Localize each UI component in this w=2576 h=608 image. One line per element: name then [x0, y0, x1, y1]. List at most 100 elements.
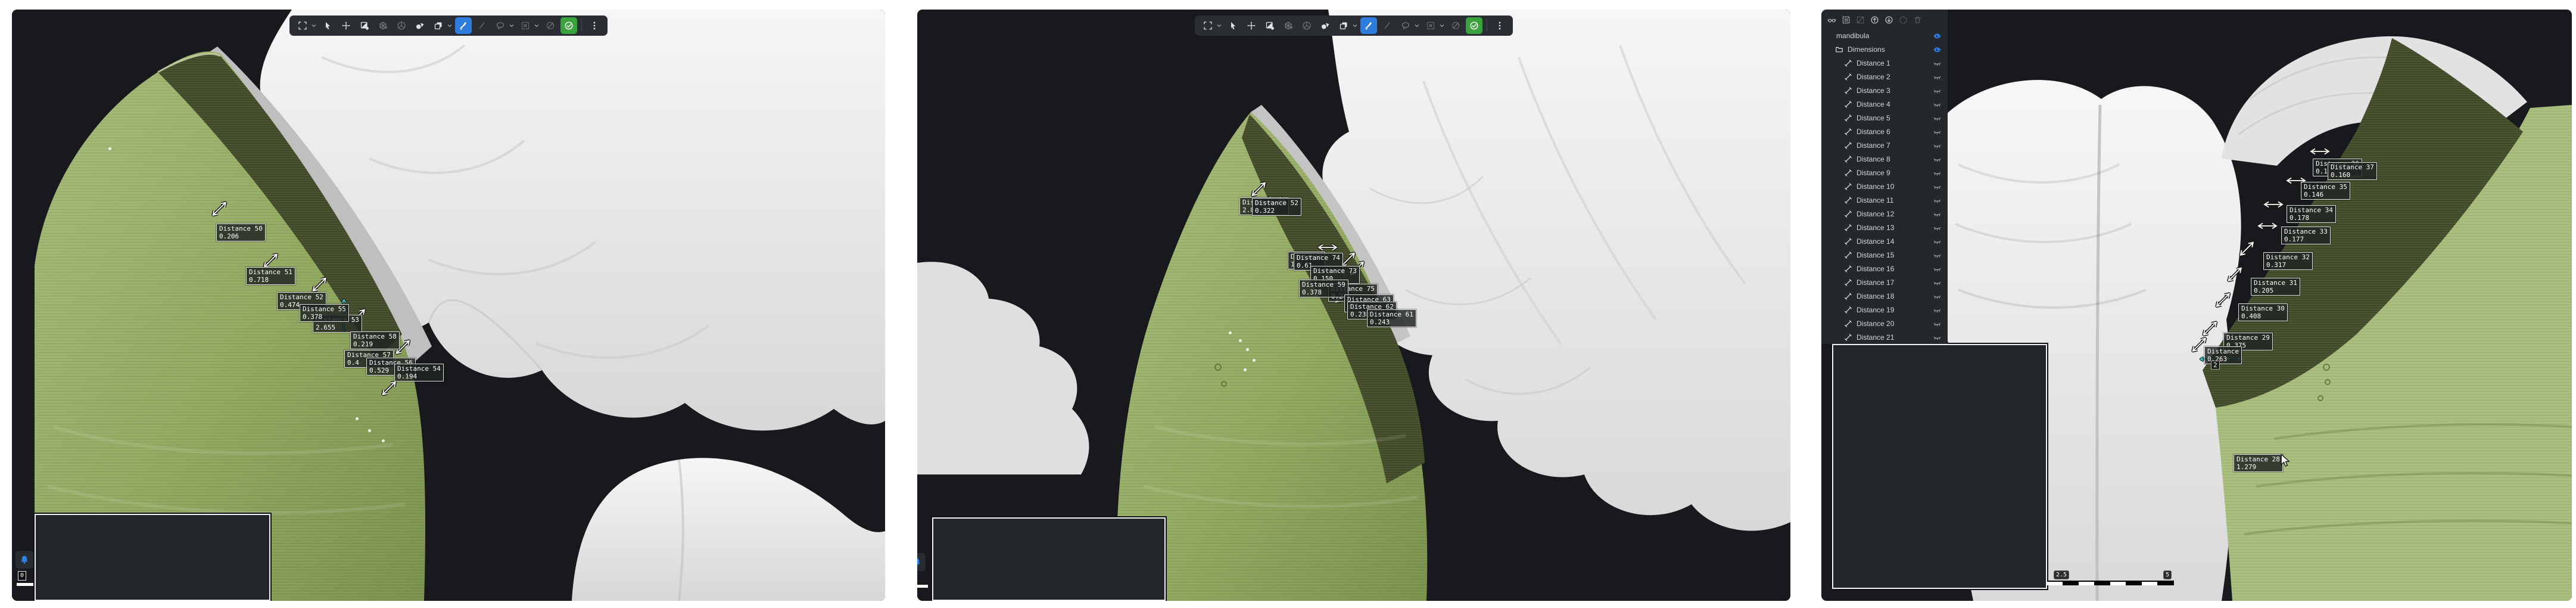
tree-item-distance-10[interactable]: Distance 10	[1821, 179, 1948, 193]
duplicate-button[interactable]	[1335, 17, 1352, 34]
image-adjust-button[interactable]	[1261, 17, 1278, 34]
visibility-off-icon[interactable]	[1932, 168, 1942, 178]
shaded-sphere-button[interactable]	[412, 17, 428, 34]
chevron-down-icon[interactable]	[1440, 17, 1445, 34]
measure-label[interactable]: Distance 28 1.279	[2234, 454, 2283, 472]
confirm-check-button[interactable]	[1466, 17, 1482, 34]
chevron-down-icon[interactable]	[1353, 17, 1358, 34]
mesh-scene-left[interactable]	[12, 10, 885, 601]
circle-up-button[interactable]	[1868, 13, 1881, 26]
visibility-off-icon[interactable]	[1932, 278, 1942, 287]
nav-wheel-button[interactable]	[1298, 17, 1315, 34]
cube-add-button[interactable]	[1280, 17, 1297, 34]
tree-item-distance-7[interactable]: Distance 7	[1821, 138, 1948, 152]
visibility-off-icon[interactable]	[1932, 154, 1942, 164]
slash-button[interactable]	[1379, 17, 1396, 34]
tree-item-dimensions[interactable]: Dimensions	[1821, 42, 1948, 56]
tree-item-distance-6[interactable]: Distance 6	[1821, 125, 1948, 138]
chevron-down-icon[interactable]	[312, 17, 317, 34]
circle-down-button[interactable]	[1882, 13, 1895, 26]
visibility-off-icon[interactable]	[1932, 209, 1942, 219]
tree-item-distance-4[interactable]: Distance 4	[1821, 97, 1948, 111]
chevron-down-icon[interactable]	[509, 17, 515, 34]
measure-label[interactable]: Distance 50 0.206	[216, 224, 266, 241]
measure-label[interactable]: Distance 52 0.322	[1252, 198, 1301, 216]
notification-bell-button[interactable]	[917, 553, 926, 571]
visibility-off-icon[interactable]	[1932, 127, 1942, 137]
visibility-off-icon[interactable]	[1932, 333, 1942, 342]
measure-label[interactable]: Distance 32 0.317	[2263, 252, 2313, 270]
duplicate-button[interactable]	[430, 17, 447, 34]
measure-label[interactable]: Distance 34 0.178	[2287, 205, 2336, 223]
notification-bell-button[interactable]	[15, 551, 33, 569]
visibility-off-icon[interactable]	[1932, 250, 1942, 260]
confirm-check-button[interactable]	[560, 17, 577, 34]
tree-item-distance-18[interactable]: Distance 18	[1821, 289, 1948, 303]
tree-item-distance-19[interactable]: Distance 19	[1821, 303, 1948, 317]
knife-button[interactable]	[455, 17, 472, 34]
tree-item-distance-12[interactable]: Distance 12	[1821, 207, 1948, 221]
move-button[interactable]	[1243, 17, 1260, 34]
visibility-off-icon[interactable]	[1932, 291, 1942, 301]
measure-label[interactable]: Distance 33 0.177	[2281, 227, 2331, 244]
tree-item-distance-8[interactable]: Distance 8	[1821, 152, 1948, 166]
cursor-button[interactable]	[1225, 17, 1241, 34]
chevron-down-icon[interactable]	[447, 17, 453, 34]
visibility-off-icon[interactable]	[1932, 86, 1942, 95]
cube-add-button[interactable]	[375, 17, 391, 34]
tree-item-distance-15[interactable]: Distance 15	[1821, 248, 1948, 262]
select-grid-button[interactable]	[1839, 13, 1852, 26]
measure-label[interactable]: Distance 51 0.718	[246, 267, 295, 285]
viewport-right[interactable]: mandibulaDimensionsDistance 1Distance 2D…	[1821, 10, 2572, 601]
measure-label[interactable]: Distance 31 0.205	[2251, 278, 2300, 296]
cursor-button[interactable]	[319, 17, 336, 34]
knife-button[interactable]	[1360, 17, 1377, 34]
tree-item-mandibula[interactable]: mandibula	[1821, 29, 1948, 42]
viewport-middle[interactable]: Distance 68 2.8Distance 52 0.322Distance…	[917, 10, 1790, 601]
measure-label[interactable]: Distance 30 0.408	[2238, 303, 2288, 321]
measure-label[interactable]: Distance 61 0.243	[1367, 309, 1416, 327]
deselect-box-button[interactable]	[517, 17, 534, 34]
measure-label[interactable]: Distance 59 0.378	[1299, 280, 1348, 297]
kebab-button[interactable]	[586, 17, 603, 34]
chevron-down-icon[interactable]	[1415, 17, 1420, 34]
circle-dashed-button[interactable]	[1896, 13, 1910, 26]
lasso-button[interactable]	[492, 17, 509, 34]
overview-inset-box[interactable]	[932, 517, 1166, 601]
visibility-off-icon[interactable]	[1932, 223, 1942, 232]
tree-item-distance-17[interactable]: Distance 17	[1821, 275, 1948, 289]
lasso-button[interactable]	[1397, 17, 1414, 34]
tree-item-distance-11[interactable]: Distance 11	[1821, 193, 1948, 207]
tree-item-distance-13[interactable]: Distance 13	[1821, 221, 1948, 234]
visibility-off-icon[interactable]	[1932, 100, 1942, 109]
measure-label[interactable]: Distance 0.263	[2204, 346, 2242, 364]
measure-label[interactable]: Distance 58 0.219	[350, 331, 400, 349]
visibility-on-icon[interactable]	[1932, 31, 1942, 41]
overview-inset-box[interactable]	[35, 514, 270, 601]
tree-item-distance-14[interactable]: Distance 14	[1821, 234, 1948, 248]
measure-label[interactable]: Distance 37 0.160	[2328, 162, 2377, 180]
visibility-off-icon[interactable]	[1932, 237, 1942, 246]
glasses-button[interactable]	[1825, 13, 1838, 26]
visibility-off-icon[interactable]	[1932, 113, 1942, 123]
visibility-off-icon[interactable]	[1932, 196, 1942, 205]
visibility-off-icon[interactable]	[1932, 305, 1942, 315]
chevron-down-icon[interactable]	[1217, 17, 1222, 34]
tree-item-distance-5[interactable]: Distance 5	[1821, 111, 1948, 125]
marquee-select-button[interactable]	[1200, 17, 1216, 34]
deselect-box-button[interactable]	[1422, 17, 1439, 34]
slash-button[interactable]	[474, 17, 490, 34]
tree-item-distance-2[interactable]: Distance 2	[1821, 70, 1948, 83]
measure-label[interactable]: Distance 54 0.194	[394, 364, 444, 381]
measure-label[interactable]: Distance 55 0.378	[300, 304, 349, 322]
tree-item-distance-9[interactable]: Distance 9	[1821, 166, 1948, 179]
visibility-off-icon[interactable]	[1932, 58, 1942, 68]
deselect-slash-button[interactable]	[1854, 13, 1867, 26]
visibility-off-icon[interactable]	[1932, 264, 1942, 274]
tree-item-distance-16[interactable]: Distance 16	[1821, 262, 1948, 275]
visibility-off-icon[interactable]	[1932, 182, 1942, 191]
measure-label[interactable]: Distance 35 0.146	[2301, 182, 2350, 200]
viewport-left[interactable]: Distance 50 0.206 Distance 51 0.718 Distan…	[12, 10, 885, 601]
overview-inset-box[interactable]	[1832, 344, 2047, 589]
visibility-off-icon[interactable]	[1932, 72, 1942, 82]
